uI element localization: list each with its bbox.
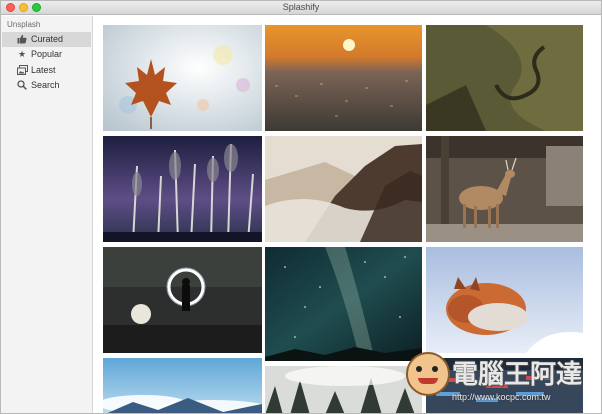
title-bar: Splashify [1, 1, 601, 15]
photo-sleeping-fox[interactable] [426, 247, 583, 353]
photo-cloudy-mountains[interactable] [265, 136, 422, 242]
sidebar-item-latest[interactable]: Latest [2, 63, 91, 78]
photo-sky-clouds[interactable] [103, 358, 262, 413]
watermark-mascot-icon [406, 352, 450, 396]
photo-light-ring[interactable] [103, 247, 262, 353]
photo-deer[interactable] [426, 136, 583, 242]
search-icon [16, 78, 28, 93]
app-window: Splashify Unsplash Curated ★ Popular Lat… [0, 0, 602, 414]
watermark-url: http://www.kocpc.com.tw [452, 392, 551, 402]
image-stack-icon [16, 63, 28, 78]
sidebar-item-search[interactable]: Search [2, 78, 91, 93]
star-icon: ★ [17, 49, 27, 59]
photo-city-sunset[interactable] [265, 25, 422, 131]
sidebar-item-label: Curated [31, 34, 64, 44]
photo-mountain-road[interactable] [426, 25, 583, 131]
sidebar-item-label: Popular [31, 49, 63, 59]
watermark: 電腦王阿達 http://www.kocpc.com.tw [406, 350, 601, 412]
sidebar: Unsplash Curated ★ Popular Latest Search [1, 16, 93, 413]
photo-night-forest[interactable] [103, 136, 262, 242]
sidebar-item-popular[interactable]: ★ Popular [2, 47, 91, 62]
photo-forest-fog[interactable] [265, 366, 422, 413]
photo-milky-way[interactable] [265, 247, 422, 361]
thumbs-up-icon [16, 32, 28, 47]
sidebar-item-label: Latest [31, 65, 56, 75]
sidebar-item-label: Search [31, 80, 60, 90]
sidebar-item-curated[interactable]: Curated [2, 32, 91, 47]
window-title: Splashify [282, 2, 320, 12]
photo-maple-leaf[interactable] [103, 25, 262, 131]
watermark-text: 電腦王阿達 [452, 360, 583, 390]
sidebar-section-title: Unsplash [7, 20, 41, 29]
